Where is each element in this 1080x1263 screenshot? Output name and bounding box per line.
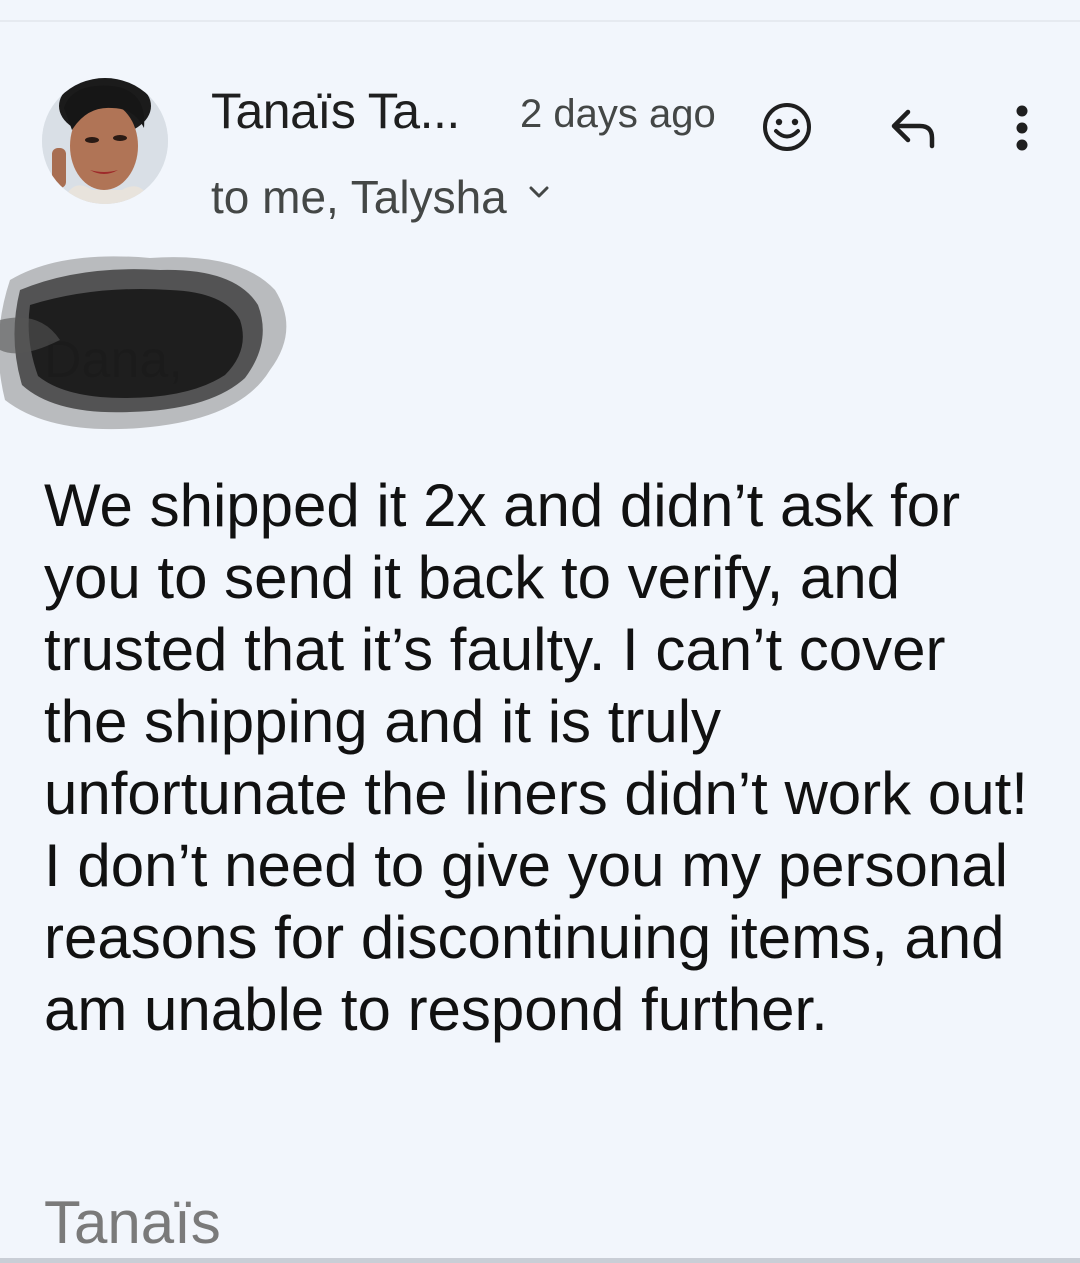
sender-avatar[interactable] — [42, 78, 168, 204]
email-body: We shipped it 2x and didn’t ask for you … — [44, 472, 1028, 1043]
more-options-button[interactable] — [1000, 100, 1044, 156]
reply-icon — [891, 109, 935, 149]
add-reaction-button[interactable] — [758, 98, 816, 156]
sender-name[interactable]: Tanaïs Ta... — [211, 82, 460, 140]
recipients-toggle[interactable]: to me, Talysha — [211, 170, 549, 224]
email-greeting: Dana, — [44, 331, 183, 389]
recipients-label: to me, Talysha — [211, 171, 507, 223]
reply-button[interactable] — [884, 100, 944, 156]
timestamp: 2 days ago — [520, 92, 716, 136]
chevron-down-icon — [529, 186, 549, 198]
add-reaction-icon — [763, 103, 811, 151]
email-signature: Tanaïs — [44, 1189, 221, 1256]
top-divider — [0, 20, 1080, 22]
more-vert-icon — [1016, 105, 1028, 151]
bottom-divider — [0, 1258, 1080, 1263]
avatar-photo — [42, 78, 168, 204]
